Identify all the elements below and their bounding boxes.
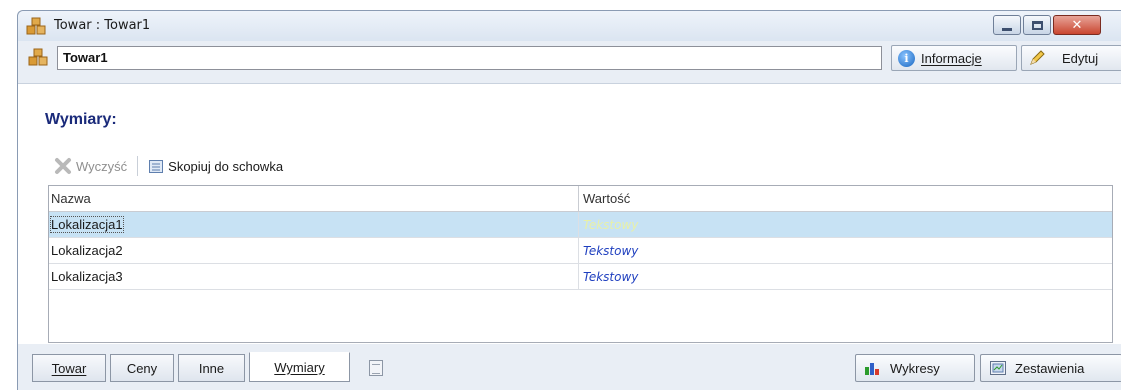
- row-name-cell[interactable]: Lokalizacja1: [49, 212, 579, 237]
- row-value-cell[interactable]: Tekstowy: [579, 212, 1112, 237]
- boxes-icon: [26, 17, 46, 35]
- edit-button[interactable]: Edytuj: [1021, 45, 1121, 71]
- row-value-cell[interactable]: Tekstowy: [579, 238, 1112, 263]
- row-name-text: Lokalizacja2: [51, 243, 123, 258]
- column-header-name[interactable]: Nazwa: [49, 186, 579, 211]
- tab-ceny[interactable]: Ceny: [110, 354, 174, 382]
- clear-button[interactable]: Wyczyść: [54, 157, 127, 175]
- table-row[interactable]: Lokalizacja3 Tekstowy: [49, 264, 1112, 290]
- tab-label: Towar: [51, 360, 87, 376]
- info-button-label: Informacje: [921, 50, 982, 66]
- grid-toolbar: Wyczyść Skopiuj do schowka: [54, 154, 283, 178]
- minimize-button[interactable]: [993, 15, 1021, 35]
- clear-button-label: Wyczyść: [76, 158, 128, 174]
- dimensions-panel: Wymiary: Wyczyść Skopiuj do schowka Nazw…: [18, 83, 1121, 344]
- edit-button-label: Edytuj: [1062, 50, 1099, 66]
- maximize-icon: [1031, 20, 1043, 30]
- row-value-text: Tekstowy: [583, 218, 639, 232]
- reports-button-label: Zestawienia: [1015, 360, 1085, 376]
- close-button[interactable]: ✕: [1053, 15, 1101, 35]
- table-row[interactable]: Lokalizacja1 Tekstowy: [49, 212, 1112, 238]
- window-title: Towar : Towar1: [54, 18, 151, 33]
- maximize-button[interactable]: [1023, 15, 1051, 35]
- product-window: Towar : Towar1 ✕ Towar1 i Informacje Edy…: [17, 10, 1121, 390]
- toolbar-separator: [137, 156, 139, 176]
- row-value-cell[interactable]: Tekstowy: [579, 264, 1112, 289]
- bar-chart-icon: [865, 363, 879, 375]
- minimize-icon: [1002, 27, 1012, 31]
- row-name-text: Lokalizacja3: [51, 269, 123, 284]
- dimensions-grid: Nazwa Wartość Lokalizacja1 Tekstowy Loka…: [48, 185, 1113, 343]
- row-value-text: Tekstowy: [583, 270, 639, 284]
- info-icon: i: [898, 49, 915, 67]
- name-bar: Towar1 i Informacje Edytuj: [18, 41, 1121, 73]
- boxes-icon: [28, 48, 48, 66]
- title-bar[interactable]: Towar : Towar1 ✕: [18, 11, 1121, 41]
- copy-button-label: Skopiuj do schowka: [168, 158, 284, 174]
- tab-label: Ceny: [126, 360, 158, 376]
- bottom-bar: Towar Ceny Inne Wymiary Wykresy Zestawie…: [18, 344, 1121, 390]
- tab-towar[interactable]: Towar: [32, 354, 106, 382]
- row-value-text: Tekstowy: [583, 244, 639, 258]
- row-name-cell[interactable]: Lokalizacja2: [49, 238, 579, 263]
- table-row[interactable]: Lokalizacja2 Tekstowy: [49, 238, 1112, 264]
- clipboard-icon: [149, 160, 164, 173]
- row-name-text: Lokalizacja1: [50, 216, 124, 233]
- tab-label: Inne: [198, 360, 225, 376]
- tab-inne[interactable]: Inne: [178, 354, 245, 382]
- tab-list-icon[interactable]: [369, 360, 383, 376]
- tab-label: Wymiary: [274, 359, 325, 375]
- info-button[interactable]: i Informacje: [891, 45, 1017, 71]
- section-title: Wymiary:: [45, 111, 117, 128]
- pencil-icon: [1030, 50, 1045, 65]
- close-icon: ✕: [1071, 17, 1083, 33]
- charts-button[interactable]: Wykresy: [855, 354, 975, 382]
- product-name-field[interactable]: Towar1: [57, 46, 882, 70]
- copy-to-clipboard-button[interactable]: Skopiuj do schowka: [148, 158, 283, 174]
- row-name-cell[interactable]: Lokalizacja3: [49, 264, 579, 289]
- charts-button-label: Wykresy: [890, 360, 940, 376]
- column-header-value[interactable]: Wartość: [579, 186, 1112, 211]
- report-icon: [990, 361, 1006, 375]
- grid-header: Nazwa Wartość: [49, 186, 1112, 212]
- reports-button[interactable]: Zestawienia: [980, 354, 1121, 382]
- tab-wymiary[interactable]: Wymiary: [249, 352, 350, 382]
- clear-icon: [55, 158, 71, 174]
